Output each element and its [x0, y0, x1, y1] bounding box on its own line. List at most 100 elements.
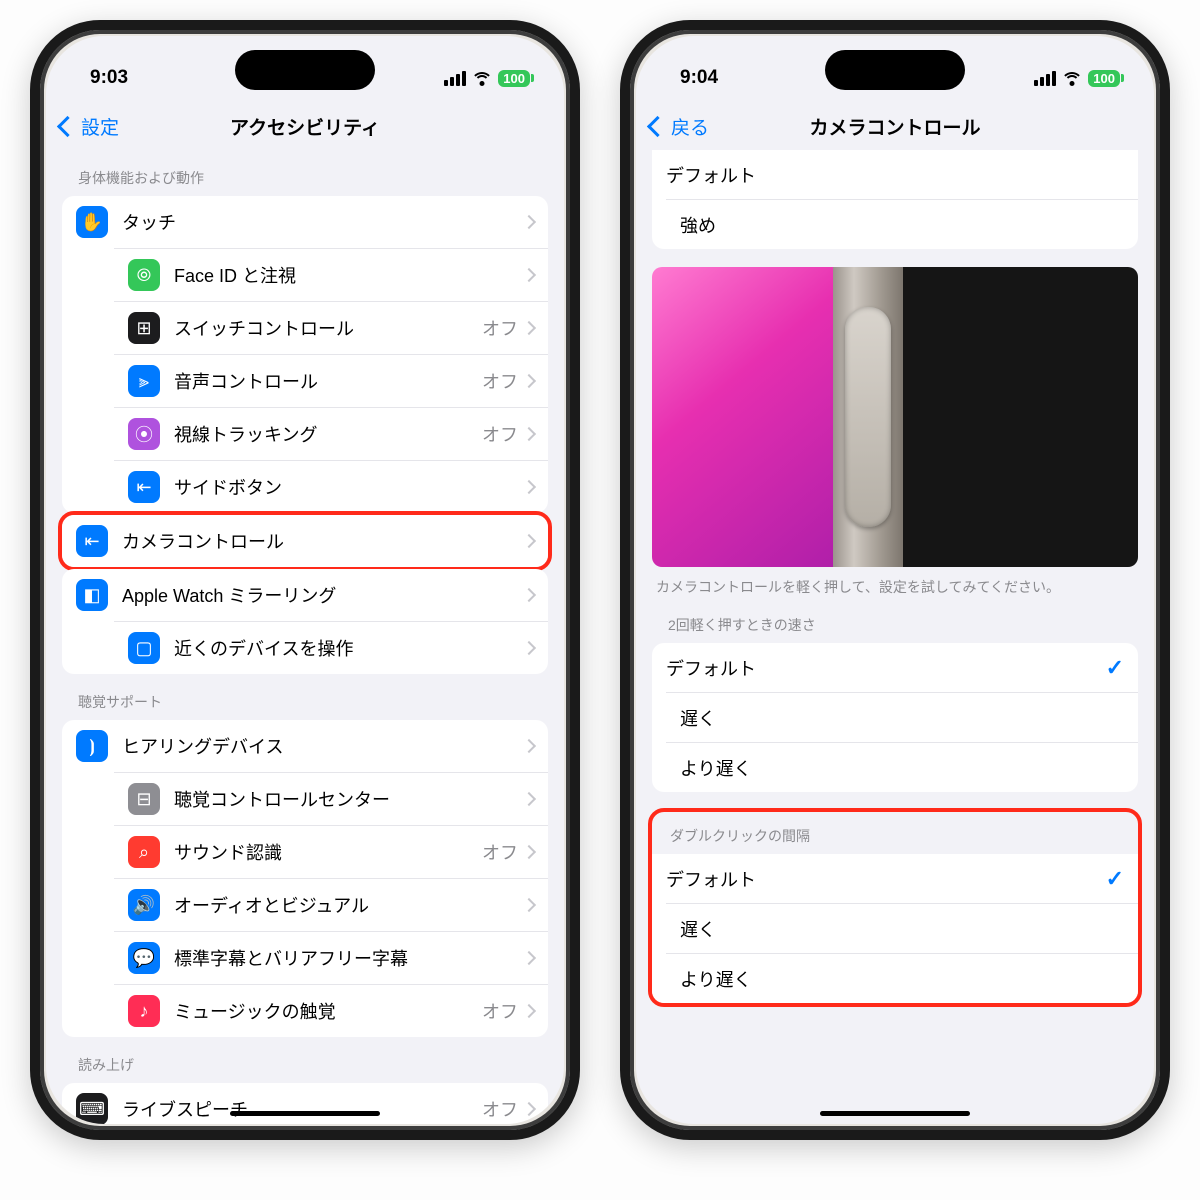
row-icon: ✋: [76, 206, 108, 238]
row-icon: 💬: [128, 942, 160, 974]
highlight-camera-control: ⇤カメラコントロール: [58, 511, 552, 571]
row-label: ヒアリングデバイス: [122, 733, 524, 759]
phone-left: 9:03 100 設定 アクセシビリティ 身体機能および動作 ✋ タッチ ⦾Face…: [30, 20, 580, 1140]
settings-row[interactable]: 🔊オーディオとビジュアル: [114, 878, 548, 931]
back-label: 戻る: [671, 113, 709, 140]
chevron-right-icon: [522, 427, 536, 441]
option-row[interactable]: 遅く: [666, 692, 1138, 742]
row-label: サウンド認識: [174, 839, 482, 865]
settings-row[interactable]: ◧ Apple Watch ミラーリング: [62, 569, 548, 621]
home-indicator[interactable]: [230, 1111, 380, 1116]
option-label: 強め: [680, 212, 1124, 238]
dynamic-island: [235, 50, 375, 90]
cellular-icon: [444, 71, 466, 86]
option-row[interactable]: デフォルト: [652, 150, 1138, 199]
option-row[interactable]: デフォルト✓: [652, 854, 1138, 903]
page-title: カメラコントロール: [809, 113, 980, 140]
back-label: 設定: [81, 113, 119, 140]
camera-control-preview: [652, 267, 1138, 567]
option-label: 遅く: [680, 705, 1124, 731]
chevron-right-icon: [522, 739, 536, 753]
row-icon: ⦿: [128, 418, 160, 450]
chevron-right-icon: [522, 534, 536, 548]
settings-row[interactable]: ⦿視線トラッキングオフ: [114, 407, 548, 460]
section-header-speed: 2回軽く押すときの速さ: [636, 597, 1154, 643]
chevron-right-icon: [522, 321, 536, 335]
dynamic-island: [825, 50, 965, 90]
chevron-right-icon: [522, 1102, 536, 1116]
option-row[interactable]: より遅く: [666, 742, 1138, 792]
chevron-right-icon: [522, 845, 536, 859]
settings-row[interactable]: ⇤カメラコントロール: [62, 515, 548, 567]
row-label: ライブスピーチ: [122, 1096, 482, 1122]
option-row[interactable]: 遅く: [666, 903, 1138, 953]
back-button[interactable]: 設定: [60, 113, 119, 140]
nav-bar: 設定 アクセシビリティ: [46, 102, 564, 150]
volume-down: [620, 370, 621, 445]
row-icon: ⊟: [128, 783, 160, 815]
chevron-right-icon: [522, 951, 536, 965]
option-label: デフォルト: [666, 866, 1106, 892]
option-label: 遅く: [680, 916, 1124, 942]
back-button[interactable]: 戻る: [650, 113, 709, 140]
chevron-right-icon: [522, 588, 536, 602]
mute-switch: [30, 220, 31, 260]
row-label: タッチ: [122, 209, 524, 235]
volume-down: [30, 370, 31, 445]
settings-row[interactable]: ⫸音声コントロールオフ: [114, 354, 548, 407]
row-label: 視線トラッキング: [174, 421, 482, 447]
checkmark-icon: ✓: [1106, 866, 1124, 892]
power-button: [579, 290, 580, 400]
chevron-right-icon: [522, 1004, 536, 1018]
row-value: オフ: [482, 315, 518, 341]
settings-row[interactable]: ✋ タッチ: [62, 196, 548, 248]
row-icon: ◧: [76, 579, 108, 611]
option-label: デフォルト: [666, 162, 1124, 188]
row-icon: ⊞: [128, 312, 160, 344]
settings-row[interactable]: ⦾Face ID と注視: [114, 248, 548, 301]
settings-row[interactable]: ⊟聴覚コントロールセンター: [114, 772, 548, 825]
section-header-physical: 身体機能および動作: [46, 150, 564, 196]
checkmark-icon: ✓: [1106, 655, 1124, 681]
battery-icon: 100: [498, 70, 530, 87]
row-label: Face ID と注視: [174, 262, 524, 288]
option-row[interactable]: デフォルト✓: [652, 643, 1138, 692]
row-icon: ⌨: [76, 1093, 108, 1124]
settings-row[interactable]: ⊞スイッチコントロールオフ: [114, 301, 548, 354]
settings-row[interactable]: ⇤サイドボタン: [114, 460, 548, 513]
home-indicator[interactable]: [820, 1111, 970, 1116]
row-icon: ⦘: [76, 730, 108, 762]
option-row[interactable]: 強め: [666, 199, 1138, 249]
nav-bar: 戻る カメラコントロール: [636, 102, 1154, 150]
row-label: Apple Watch ミラーリング: [122, 582, 524, 608]
status-time: 9:03: [90, 67, 128, 89]
mute-switch: [620, 220, 621, 260]
settings-row[interactable]: ⌨ライブスピーチオフ: [62, 1083, 548, 1124]
settings-row[interactable]: 💬 標準字幕とバリアフリー字幕: [114, 931, 548, 984]
section-header-double: ダブルクリックの間隔: [652, 812, 1138, 854]
row-label: 標準字幕とバリアフリー字幕: [174, 945, 524, 971]
chevron-left-icon: [57, 115, 78, 136]
option-label: より遅く: [680, 966, 1124, 992]
row-icon: ♪: [128, 995, 160, 1027]
volume-up: [30, 280, 31, 355]
option-label: デフォルト: [666, 655, 1106, 681]
settings-row[interactable]: ▢近くのデバイスを操作: [114, 621, 548, 674]
row-icon: ▢: [128, 632, 160, 664]
settings-row[interactable]: ⦘ ヒアリングデバイス: [62, 720, 548, 772]
option-row[interactable]: より遅く: [666, 953, 1138, 1003]
chevron-right-icon: [522, 792, 536, 806]
volume-up: [620, 280, 621, 355]
chevron-right-icon: [522, 268, 536, 282]
battery-icon: 100: [1088, 70, 1120, 87]
phone-right: 9:04 100 戻る カメラコントロール デフォルト強め カメラコントロールを…: [620, 20, 1170, 1140]
highlight-double-click: ダブルクリックの間隔 デフォルト✓ 遅くより遅く: [648, 808, 1142, 1007]
section-header-speech: 読み上げ: [46, 1037, 564, 1083]
row-label: ミュージックの触覚: [174, 998, 482, 1024]
row-value: オフ: [482, 839, 518, 865]
settings-row[interactable]: ⌕サウンド認識オフ: [114, 825, 548, 878]
chevron-right-icon: [522, 641, 536, 655]
cellular-icon: [1034, 71, 1056, 86]
preview-caption: カメラコントロールを軽く押して、設定を試してみてください。: [636, 573, 1154, 597]
settings-row[interactable]: ♪ミュージックの触覚オフ: [114, 984, 548, 1037]
